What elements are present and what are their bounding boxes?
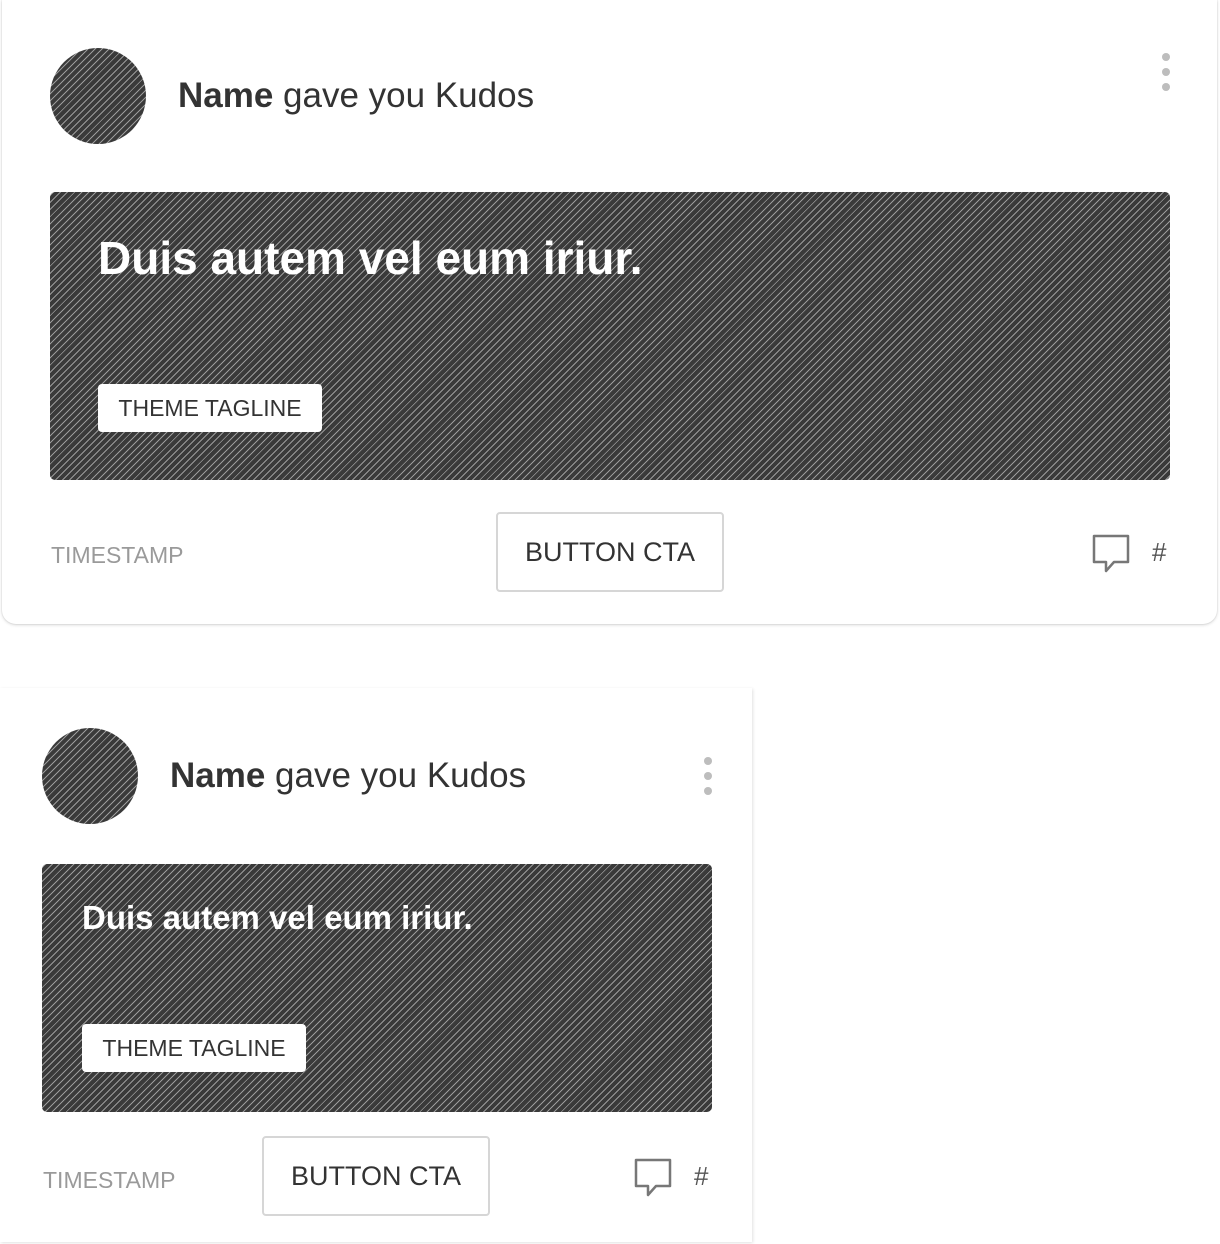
action-text: gave you Kudos	[273, 76, 535, 115]
timestamp: TIMESTAMP	[43, 1167, 176, 1193]
more-options-button[interactable]	[701, 757, 715, 795]
cta-button[interactable]: BUTTON CTA	[262, 1136, 490, 1216]
card-header-text: Name gave you Kudos	[178, 76, 534, 116]
kudos-banner: Duis autem vel eum iriur. THEME TAGLINE	[42, 864, 712, 1112]
banner-title: Duis autem vel eum iriur.	[98, 232, 643, 284]
avatar[interactable]	[42, 728, 138, 824]
kudos-card: Name gave you Kudos Duis autem vel eum i…	[0, 688, 752, 1242]
vertical-ellipsis-icon	[704, 757, 712, 765]
more-options-button[interactable]	[1159, 53, 1173, 91]
comment-count: #	[694, 1161, 709, 1191]
comment-icon[interactable]	[1092, 534, 1132, 574]
sender-name[interactable]: Name	[170, 756, 265, 795]
cta-button[interactable]: BUTTON CTA	[496, 512, 724, 592]
theme-tagline: THEME TAGLINE	[98, 384, 322, 432]
theme-tagline: THEME TAGLINE	[82, 1024, 306, 1072]
action-text: gave you Kudos	[265, 756, 527, 795]
banner-title: Duis autem vel eum iriur.	[82, 899, 473, 936]
comment-icon[interactable]	[634, 1158, 674, 1198]
kudos-banner: Duis autem vel eum iriur. THEME TAGLINE	[50, 192, 1170, 480]
timestamp: TIMESTAMP	[51, 542, 184, 568]
avatar[interactable]	[50, 48, 146, 144]
card-header-text: Name gave you Kudos	[170, 756, 526, 796]
vertical-ellipsis-icon	[1162, 53, 1170, 61]
sender-name[interactable]: Name	[178, 76, 273, 115]
kudos-card: Name gave you Kudos Duis autem vel eum i…	[2, 0, 1217, 624]
comment-count: #	[1152, 537, 1167, 567]
